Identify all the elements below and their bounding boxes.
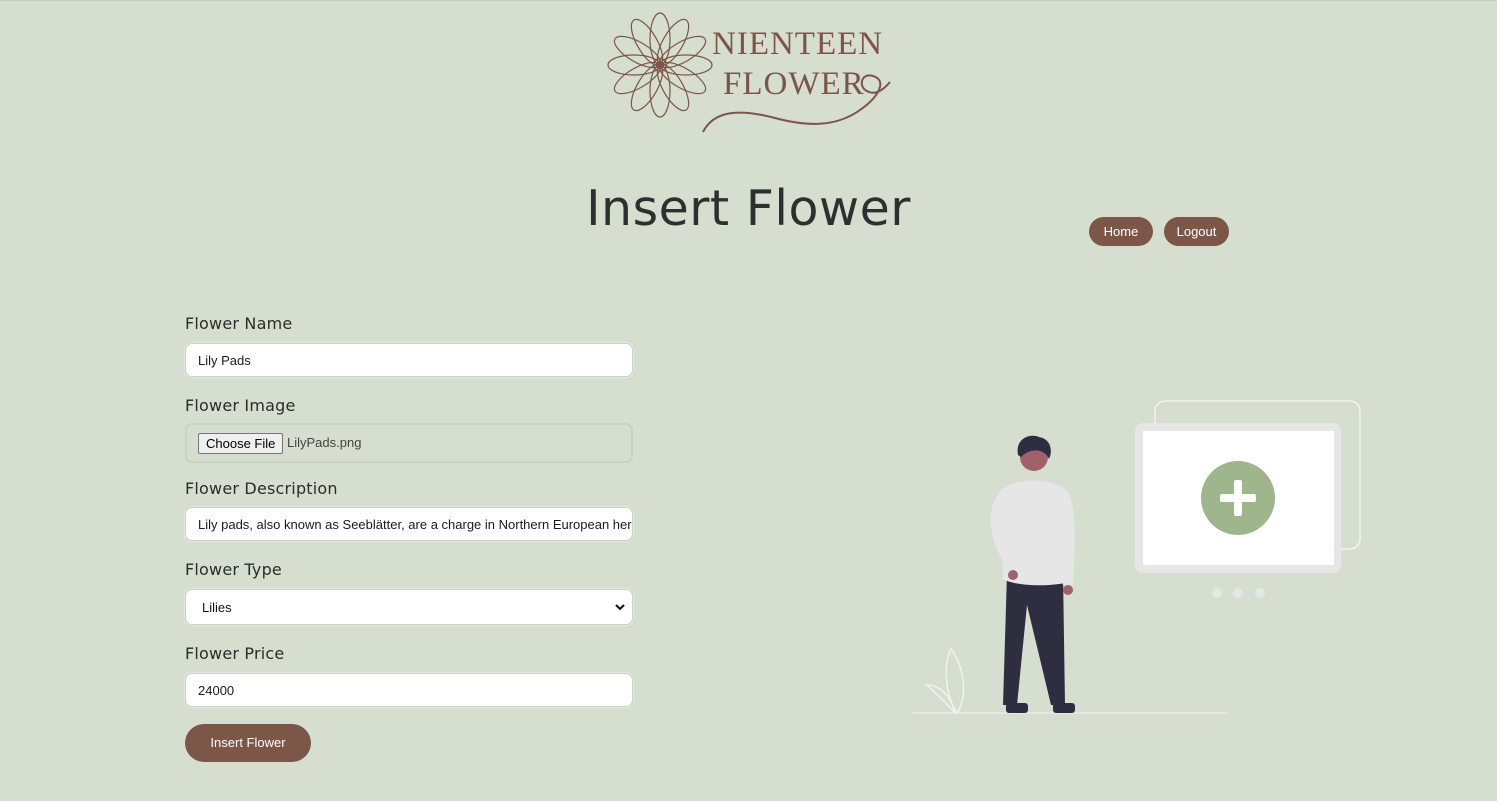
flower-price-label: Flower Price bbox=[185, 644, 285, 663]
flower-name-label: Flower Name bbox=[185, 314, 293, 333]
logo-text-line2: FLOWER bbox=[723, 66, 865, 102]
home-button[interactable]: Home bbox=[1089, 217, 1153, 246]
plus-icon bbox=[1201, 461, 1275, 535]
flower-price-input[interactable]: 24000 bbox=[185, 673, 633, 707]
logo-text-line1: NIENTEEN bbox=[712, 26, 884, 62]
brand-logo[interactable]: NIENTEEN FLOWER bbox=[605, 10, 897, 138]
flower-name-input[interactable]: Lily Pads bbox=[185, 343, 633, 377]
page-title: Insert Flower bbox=[586, 180, 911, 237]
flower-type-label: Flower Type bbox=[185, 560, 282, 579]
flower-type-selected: Lilies bbox=[202, 600, 232, 615]
logout-button[interactable]: Logout bbox=[1164, 217, 1229, 246]
selected-file-name: LilyPads.png bbox=[287, 435, 362, 450]
insert-flower-button[interactable]: Insert Flower bbox=[185, 724, 311, 762]
flower-image-label: Flower Image bbox=[185, 396, 296, 415]
flower-type-select[interactable]: Lilies bbox=[185, 589, 633, 625]
flower-description-input[interactable]: Lily pads, also known as Seeblätter, are… bbox=[185, 507, 633, 541]
chevron-down-icon bbox=[615, 604, 625, 611]
choose-file-button[interactable]: Choose File bbox=[198, 433, 284, 454]
flower-description-label: Flower Description bbox=[185, 479, 338, 498]
top-border bbox=[0, 0, 1497, 1]
flower-image-file-input: Choose File LilyPads.png bbox=[185, 423, 633, 463]
person-add-image-illustration bbox=[913, 400, 1361, 715]
